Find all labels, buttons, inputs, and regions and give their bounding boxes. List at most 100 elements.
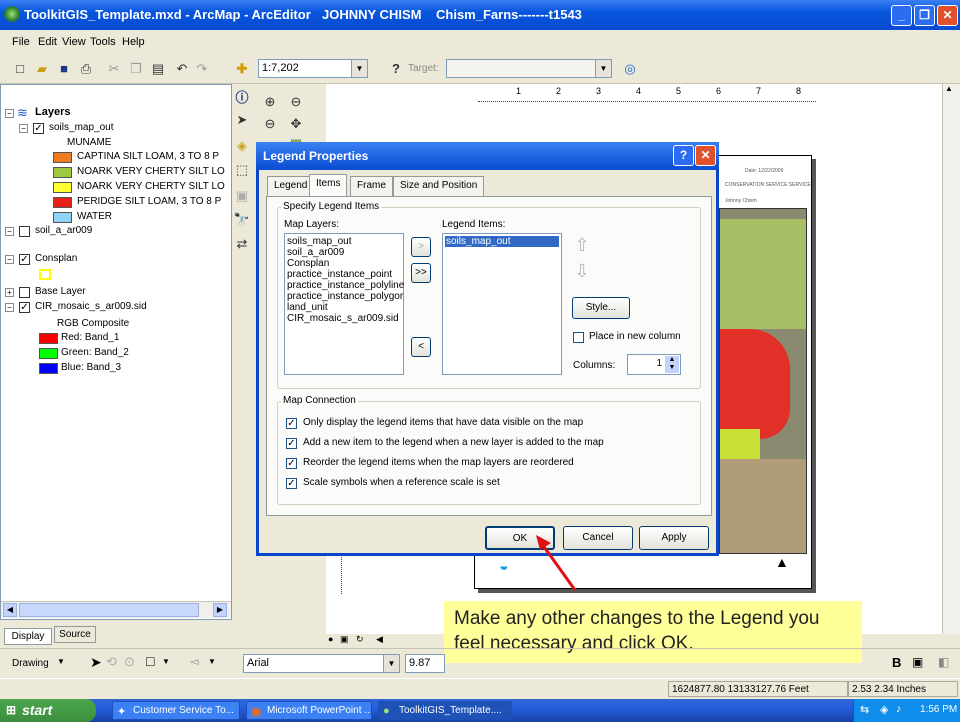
task-powerpoint[interactable]: ▣ Microsoft PowerPoint ...: [246, 701, 372, 720]
page-icon[interactable]: ▣: [912, 655, 923, 669]
remove-item-button[interactable]: <: [411, 337, 431, 357]
tab-size-position[interactable]: Size and Position: [393, 176, 485, 196]
layout-view-icon[interactable]: ▣: [340, 634, 349, 645]
toc-root[interactable]: Layers: [35, 106, 70, 118]
shield-icon[interactable]: ◈: [880, 703, 888, 716]
data-view-icon[interactable]: ●: [328, 634, 333, 644]
add-data-icon[interactable]: ✚: [232, 59, 252, 79]
map-layers-list[interactable]: soils_map_out soil_a_ar009 Consplan prac…: [284, 233, 404, 375]
redo-icon[interactable]: ↷: [192, 59, 212, 79]
menu-tools[interactable]: Tools: [90, 36, 116, 48]
apply-button[interactable]: Apply: [639, 526, 709, 550]
scroll-up-icon[interactable]: ▲: [945, 84, 953, 93]
layer-cir[interactable]: CIR_mosaic_s_ar009.sid: [35, 301, 147, 312]
select-arrow-icon[interactable]: ➤: [232, 110, 252, 130]
layer-soils[interactable]: soils_map_out: [49, 122, 113, 133]
style-button[interactable]: Style...: [572, 297, 630, 319]
move-down-icon[interactable]: ⇩: [572, 261, 592, 283]
layer-base[interactable]: Base Layer: [35, 286, 86, 297]
cut-icon[interactable]: ✂: [104, 59, 124, 79]
restore-button[interactable]: ❐: [914, 5, 935, 26]
help-button[interactable]: ?: [673, 145, 694, 166]
list-item[interactable]: practice_instance_point: [287, 269, 401, 280]
volume-icon[interactable]: ♪: [896, 703, 902, 715]
paste-icon[interactable]: ▤: [148, 59, 168, 79]
rotate-icon[interactable]: ⟲: [106, 654, 117, 670]
layer-soil-a[interactable]: soil_a_ar009: [35, 225, 92, 236]
map-vscroll[interactable]: ▲: [942, 84, 960, 634]
list-item[interactable]: CIR_mosaic_s_ar009.sid: [287, 313, 401, 324]
zoom-in-icon[interactable]: ⊕: [260, 92, 280, 112]
place-new-column-checkbox[interactable]: [573, 332, 584, 343]
menu-edit[interactable]: Edit: [38, 36, 57, 48]
collapse-icon[interactable]: −: [5, 255, 14, 264]
font-combo[interactable]: Arial ▼: [243, 654, 400, 673]
bold-icon[interactable]: B: [892, 655, 901, 670]
option-checkbox[interactable]: ✓: [286, 458, 297, 469]
layer-checkbox[interactable]: ✓: [33, 123, 44, 134]
toc-hscroll[interactable]: ◀ ▶: [1, 601, 231, 618]
list-item[interactable]: practice_instance_polyline: [287, 280, 404, 291]
menu-view[interactable]: View: [62, 36, 86, 48]
map-frame[interactable]: [719, 208, 807, 554]
start-button[interactable]: ⊞ start: [0, 699, 96, 722]
tab-frame[interactable]: Frame: [350, 176, 393, 196]
close-button[interactable]: ✕: [937, 5, 958, 26]
expand-icon[interactable]: +: [5, 288, 14, 297]
undo-icon[interactable]: ↶: [172, 59, 192, 79]
list-item-selected[interactable]: soils_map_out: [445, 236, 559, 247]
tab-display[interactable]: Display: [4, 628, 52, 645]
minimize-button[interactable]: _: [891, 5, 912, 26]
add-item-button[interactable]: >: [411, 237, 431, 257]
dialog-close-button[interactable]: ✕: [695, 145, 716, 166]
rectangle-icon[interactable]: □: [146, 653, 154, 669]
list-item[interactable]: practice_instance_polygor: [287, 291, 403, 302]
tab-legend[interactable]: Legend: [267, 176, 315, 196]
zoom-whole-page-icon[interactable]: ⊙: [124, 654, 135, 670]
save-icon[interactable]: ■: [54, 59, 74, 79]
find-icon[interactable]: 🔭: [232, 210, 252, 230]
layer-checkbox[interactable]: ✓: [19, 254, 30, 265]
scroll-left-icon[interactable]: ◀: [3, 603, 17, 617]
layer-checkbox[interactable]: [19, 226, 30, 237]
scroll-left-icon[interactable]: ◀: [376, 634, 383, 645]
pan-icon[interactable]: ✥: [286, 114, 306, 134]
whats-this-icon[interactable]: ?: [386, 59, 406, 79]
spinner-arrows-icon[interactable]: ▲ ▼: [665, 356, 679, 373]
list-item[interactable]: soils_map_out: [287, 236, 401, 247]
identify-icon[interactable]: ⓘ: [232, 88, 252, 108]
zoom-out-icon[interactable]: ⊖: [260, 114, 280, 134]
select-elements-icon[interactable]: ➤: [90, 654, 102, 671]
scale-combo[interactable]: 1:7,202 ▼: [258, 59, 368, 78]
columns-spinner[interactable]: 1 ▲ ▼: [627, 354, 681, 375]
layer-checkbox[interactable]: ✓: [19, 302, 30, 313]
option-checkbox[interactable]: ✓: [286, 478, 297, 489]
scroll-thumb[interactable]: [19, 603, 199, 617]
layer-consplan[interactable]: Consplan: [35, 253, 77, 264]
task-arcmap[interactable]: ● ToolkitGIS_Template....: [378, 701, 512, 720]
font-size-combo[interactable]: 9.87: [405, 654, 445, 673]
clear-selection-icon[interactable]: ▣: [232, 186, 252, 206]
collapse-icon[interactable]: −: [5, 227, 14, 236]
option-checkbox[interactable]: ✓: [286, 418, 297, 429]
collapse-icon[interactable]: −: [5, 109, 14, 118]
fill-icon[interactable]: ◧: [938, 655, 949, 669]
copy-icon[interactable]: ❐: [126, 59, 146, 79]
print-icon[interactable]: ⎙: [76, 59, 96, 79]
network-icon[interactable]: ⇆: [860, 703, 869, 716]
refresh-icon[interactable]: ↻: [356, 634, 364, 645]
add-all-button[interactable]: >>: [411, 263, 431, 283]
tab-source[interactable]: Source: [54, 626, 96, 643]
scroll-right-icon[interactable]: ▶: [213, 603, 227, 617]
drawing-menu[interactable]: Drawing: [12, 658, 49, 669]
new-icon[interactable]: □: [10, 59, 30, 79]
task-customer-service[interactable]: ✦ Customer Service To...: [112, 701, 240, 720]
menu-file[interactable]: File: [12, 36, 30, 48]
callout-tool-icon[interactable]: ◅: [190, 655, 198, 668]
option-checkbox[interactable]: ✓: [286, 438, 297, 449]
edit-vertices-icon[interactable]: ⬚: [232, 160, 252, 180]
open-icon[interactable]: ▰: [32, 59, 52, 79]
layer-checkbox[interactable]: [19, 287, 30, 298]
go-to-xy-icon[interactable]: ⇄: [232, 234, 252, 254]
list-item[interactable]: land_unit: [287, 302, 401, 313]
